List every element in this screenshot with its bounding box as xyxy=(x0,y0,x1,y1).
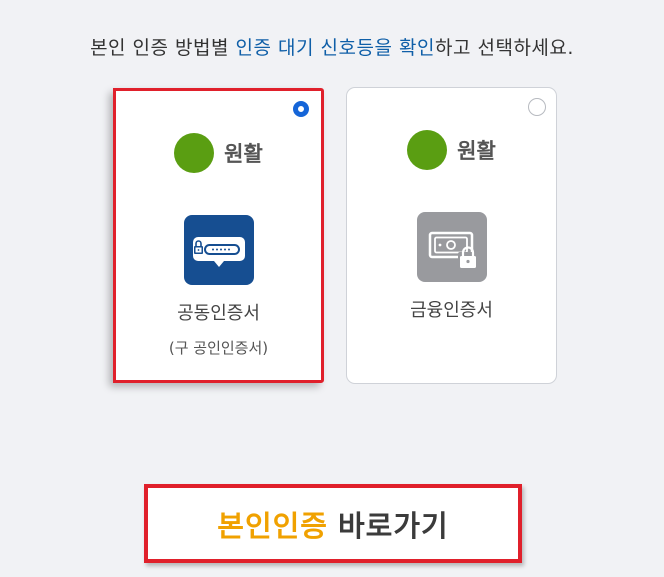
option-title: 공동인증서 xyxy=(177,303,260,324)
option-card-joint-certificate[interactable]: 원활 공동인증서 (구 공인인증서) xyxy=(113,88,324,383)
option-card-financial-certificate[interactable]: 원활 금융인증서 xyxy=(346,87,557,384)
status-label: 원활 xyxy=(457,139,496,163)
radio-unselected-icon[interactable] xyxy=(528,98,546,116)
radio-selected-icon[interactable] xyxy=(293,101,309,117)
instruction-headline: 본인 인증 방법별 인증 대기 신호등을 확인하고 선택하세요. xyxy=(0,33,664,60)
traffic-light-green-icon xyxy=(174,133,215,173)
financial-certificate-lock-icon xyxy=(416,212,487,282)
headline-highlight-1: 인증 대기 신호등을 xyxy=(235,37,393,59)
certificate-chat-icon xyxy=(183,215,254,285)
option-subtitle: (구 공인인증서) xyxy=(168,339,269,357)
cta-rest-text: 바로가기 xyxy=(338,508,449,543)
headline-text-1: 본인 인증 방법별 xyxy=(90,37,236,59)
option-title: 금융인증서 xyxy=(410,300,493,321)
status-label: 원활 xyxy=(224,142,263,166)
cta-accent-text: 본인인증 xyxy=(217,508,328,543)
status-indicator: 원활 xyxy=(116,133,321,173)
headline-highlight-2: 확인 xyxy=(399,37,435,59)
traffic-light-green-icon xyxy=(407,130,448,170)
verify-identity-button[interactable]: 본인인증 바로가기 xyxy=(144,484,522,563)
headline-text-3: 하고 선택하세요. xyxy=(434,37,574,59)
status-indicator: 원활 xyxy=(347,130,556,170)
